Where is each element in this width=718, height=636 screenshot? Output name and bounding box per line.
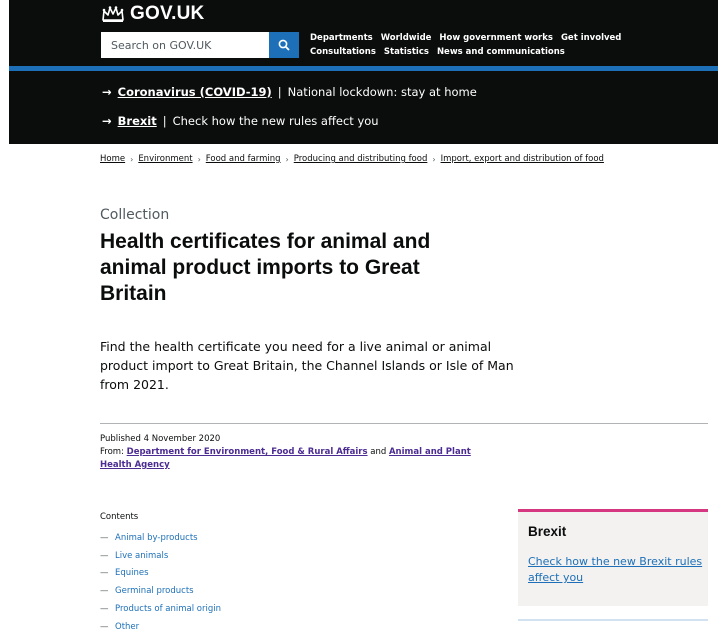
banner-separator: | <box>277 85 282 99</box>
covid-link[interactable]: Coronavirus (COVID-19) <box>118 85 272 99</box>
dash-icon: — <box>100 604 109 615</box>
list-item: — Other <box>100 618 221 636</box>
chevron-right-icon: › <box>285 154 289 164</box>
search-button[interactable] <box>269 32 299 58</box>
search-icon <box>278 39 290 51</box>
breadcrumb-environment[interactable]: Environment <box>138 154 192 164</box>
dash-icon: — <box>100 550 109 561</box>
list-item: — Live animals <box>100 547 221 565</box>
breadcrumb-import-export[interactable]: Import, export and distribution of food <box>441 154 604 164</box>
covid-banner-line: → Coronavirus (COVID-19) | National lock… <box>102 85 477 99</box>
nav-get-involved[interactable]: Get involved <box>561 33 621 43</box>
dash-icon: — <box>100 568 109 579</box>
from-line: From: Department for Environment, Food &… <box>100 446 500 472</box>
and-text: and <box>370 447 387 457</box>
crown-icon <box>102 6 124 22</box>
nav-departments[interactable]: Departments <box>310 33 373 43</box>
page-caption: Collection <box>100 207 170 223</box>
org-link-defra[interactable]: Department for Environment, Food & Rural… <box>127 447 368 457</box>
brexit-banner-line: → Brexit | Check how the new rules affec… <box>102 114 379 128</box>
breadcrumb: Home › Environment › Food and farming › … <box>100 154 604 164</box>
nav-statistics[interactable]: Statistics <box>384 47 429 57</box>
page-title: Health certificates for animal and anima… <box>100 230 431 305</box>
nav-worldwide[interactable]: Worldwide <box>381 33 432 43</box>
sidebar-divider <box>518 619 708 621</box>
contents-link-products-of-animal-origin[interactable]: Products of animal origin <box>115 604 221 614</box>
chevron-right-icon: › <box>130 154 134 164</box>
contents-link-germinal-products[interactable]: Germinal products <box>115 586 194 596</box>
list-item: — Equines <box>100 565 221 583</box>
global-banner: → Coronavirus (COVID-19) | National lock… <box>9 71 718 144</box>
top-nav-row-1: Departments Worldwide How government wor… <box>310 33 621 43</box>
top-nav-row-2: Consultations Statistics News and commun… <box>310 47 565 57</box>
contents-link-other[interactable]: Other <box>115 622 139 632</box>
search-form <box>101 32 299 58</box>
dash-icon: — <box>100 586 109 597</box>
list-item: — Products of animal origin <box>100 600 221 618</box>
brexit-banner-text: Check how the new rules affect you <box>172 114 379 128</box>
divider <box>100 423 708 424</box>
breadcrumb-producing-and-distributing-food[interactable]: Producing and distributing food <box>294 154 428 164</box>
brexit-callout: Brexit Check how the new Brexit rules af… <box>518 509 708 606</box>
contents-link-animal-by-products[interactable]: Animal by-products <box>115 533 198 543</box>
govuk-logo-link[interactable]: GOV.UK <box>101 3 204 25</box>
brexit-callout-link[interactable]: Check how the new Brexit rules affect yo… <box>528 554 703 586</box>
nav-consultations[interactable]: Consultations <box>310 47 376 57</box>
brexit-callout-title: Brexit <box>528 524 567 539</box>
nav-how-government-works[interactable]: How government works <box>439 33 553 43</box>
chevron-right-icon: › <box>432 154 436 164</box>
from-label: From: <box>100 447 124 457</box>
dash-icon: — <box>100 532 109 543</box>
published-date: Published 4 November 2020 <box>100 434 221 444</box>
list-item: — Animal by-products <box>100 529 221 547</box>
contents-link-live-animals[interactable]: Live animals <box>115 551 168 561</box>
chevron-right-icon: › <box>197 154 201 164</box>
breadcrumb-food-and-farming[interactable]: Food and farming <box>206 154 281 164</box>
brexit-banner-link[interactable]: Brexit <box>118 114 157 128</box>
contents-list: — Animal by-products — Live animals — Equin… <box>100 529 221 636</box>
contents-link-equines[interactable]: Equines <box>115 568 149 578</box>
site-header: GOV.UK Departments Worldwide How governm… <box>9 0 718 66</box>
lead-paragraph: Find the health certificate you need for… <box>100 339 514 392</box>
dash-icon: — <box>100 621 109 632</box>
list-item: — Germinal products <box>100 582 221 600</box>
arrow-right-icon: → <box>102 85 112 99</box>
search-input[interactable] <box>101 32 269 58</box>
publication-metadata: Published 4 November 2020 From: Departme… <box>100 433 500 472</box>
banner-separator: | <box>162 114 167 128</box>
contents-heading: Contents <box>100 512 139 522</box>
arrow-right-icon: → <box>102 114 112 128</box>
covid-banner-text: National lockdown: stay at home <box>287 85 477 99</box>
nav-news-and-communications[interactable]: News and communications <box>437 47 565 57</box>
breadcrumb-home[interactable]: Home <box>100 154 125 164</box>
logo-text: GOV.UK <box>130 3 205 24</box>
